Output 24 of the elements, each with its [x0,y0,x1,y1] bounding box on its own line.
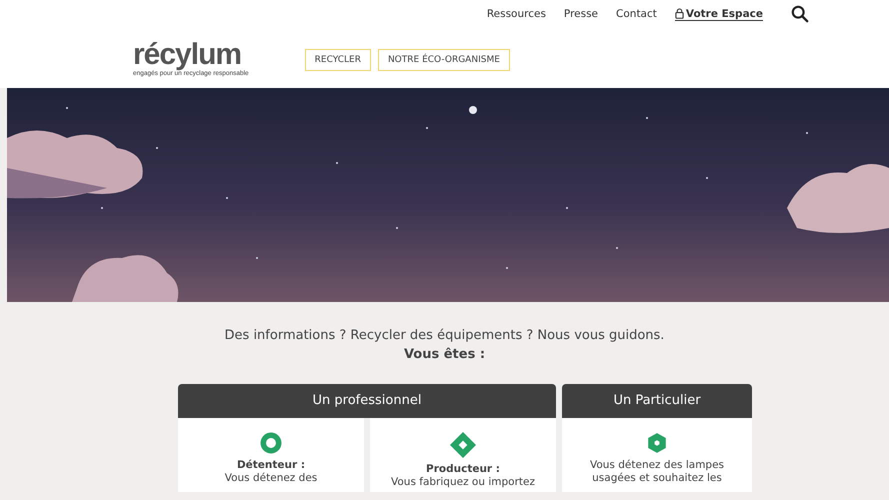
nav-link[interactable]: Contact [616,8,657,20]
intro-subtitle: Vous êtes : [404,347,486,362]
card-text: Vous fabriquez ou importez [390,476,536,488]
hexagon-icon [646,432,668,454]
diamond-icon [450,432,476,458]
logo-wordmark[interactable]: récylum [133,40,242,70]
card-title: Détenteur : [236,459,306,472]
group-header: Un professionnel [178,384,556,418]
card-text: Vous détenez des lampes usagées et souhaitez les [588,459,726,484]
ring-icon [260,432,282,454]
nav-button[interactable]: NOTRE ÉCO-ORGANISME [378,49,510,71]
choice-card[interactable]: Producteur : Vous fabriquez ou importez [370,418,556,492]
nav-button[interactable]: RECYCLER [304,49,371,71]
search-icon[interactable] [791,5,809,23]
intro-text: Des informations ? Recycler des équipements ? Nous vous guidons. [224,328,664,343]
nav-link[interactable]: Ressources [486,8,546,20]
lock-icon [674,8,684,19]
nav-link[interactable]: Presse [564,8,598,20]
choice-card[interactable]: Vous détenez des lampes usagées et souhaitez les [562,418,752,492]
card-title: Producteur : [426,463,500,476]
choice-card[interactable]: Détenteur : Vous détenez des [178,418,364,492]
card-text: Vous détenez des [224,472,318,484]
group-header: Un Particulier [562,384,752,418]
account-link[interactable]: Votre Espace [674,8,763,20]
